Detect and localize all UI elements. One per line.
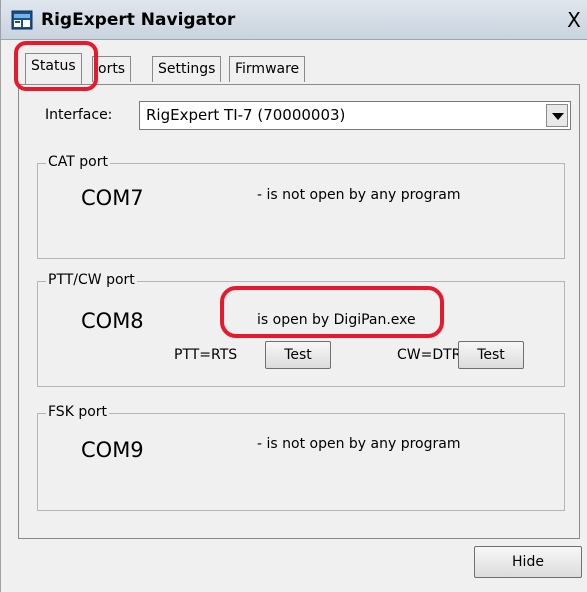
close-button[interactable]: X [563, 8, 585, 32]
ptt-test-button[interactable]: Test [265, 341, 331, 369]
tab-highlight [14, 41, 98, 91]
interface-label: Interface: [45, 107, 113, 123]
status-highlight [220, 286, 444, 338]
cw-test-button[interactable]: Test [458, 341, 524, 369]
hide-button[interactable]: Hide [474, 546, 582, 578]
tab-settings[interactable]: Settings [152, 56, 222, 82]
fsk-port-title: FSK port [46, 404, 110, 420]
chevron-down-icon[interactable] [546, 104, 568, 127]
fsk-port-status: - is not open by any program [257, 436, 461, 452]
fsk-port-group: FSK port [37, 404, 565, 511]
tab-firmware[interactable]: Firmware [229, 56, 306, 82]
ptt-cw-port-title: PTT/CW port [46, 272, 137, 288]
cat-port-name: COM7 [81, 186, 144, 210]
fsk-port-name: COM9 [81, 438, 144, 462]
interface-value: RigExpert TI-7 (70000003) [146, 106, 346, 124]
ptt-label: PTT=RTS [174, 347, 238, 363]
cat-port-group: CAT port [37, 154, 565, 259]
cat-port-title: CAT port [46, 154, 110, 170]
cat-port-status: - is not open by any program [257, 187, 461, 203]
app-icon [11, 10, 33, 30]
interface-select[interactable]: RigExpert TI-7 (70000003) [139, 101, 571, 130]
app-window: RigExpert Navigator X Status orts Settin… [0, 0, 587, 592]
title-bar[interactable]: RigExpert Navigator X [1, 0, 587, 40]
ptt-cw-port-name: COM8 [81, 309, 144, 333]
cw-label: CW=DTR [397, 347, 462, 363]
window-title: RigExpert Navigator [41, 10, 236, 30]
